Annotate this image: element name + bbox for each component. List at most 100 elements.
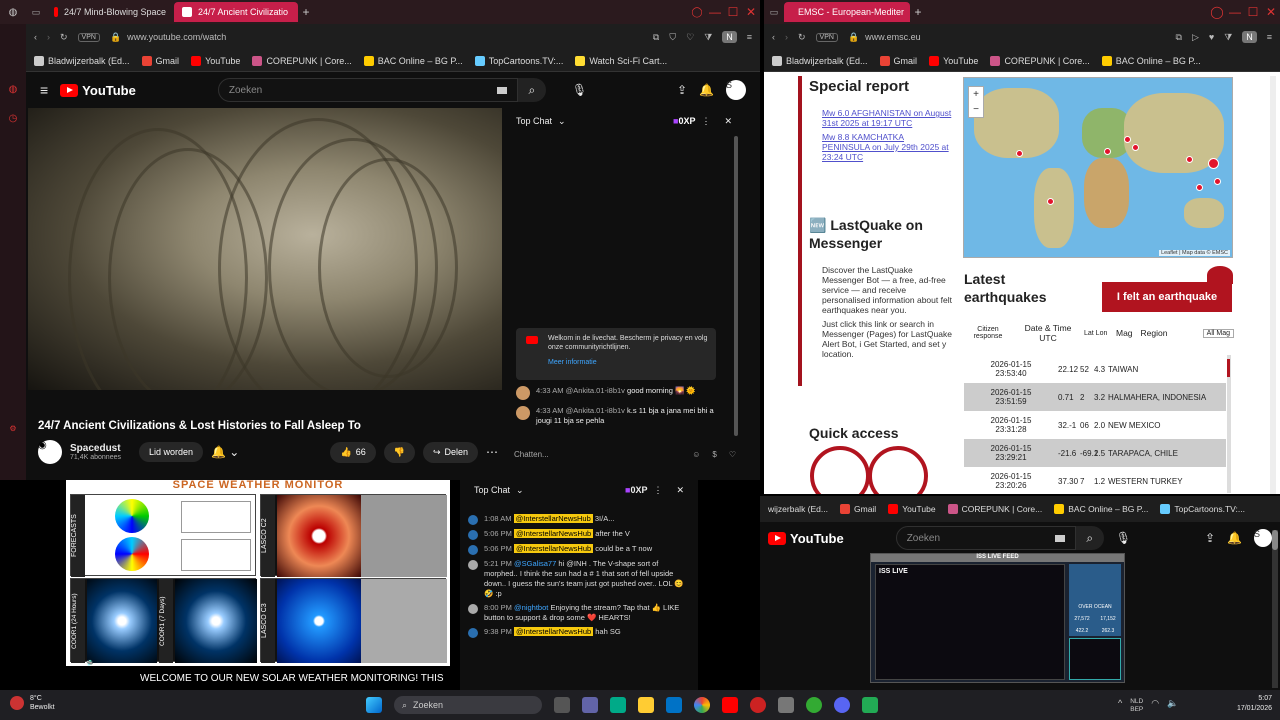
- bookmark-corepunk[interactable]: COREPUNK | Core...: [947, 504, 1042, 514]
- menu-icon[interactable]: ≡: [1267, 32, 1272, 42]
- channel-name[interactable]: Spacedust: [70, 443, 121, 454]
- close-window-icon[interactable]: ✕: [1262, 5, 1280, 19]
- game-icon[interactable]: [862, 697, 878, 713]
- search-button[interactable]: ⌕: [517, 78, 546, 102]
- bookmark-corepunk[interactable]: COREPUNK | Core...: [252, 55, 352, 66]
- message-user[interactable]: @InterstellarNewsHub: [514, 627, 594, 636]
- bookmark-gmail[interactable]: Gmail: [141, 55, 179, 66]
- tab-ancient[interactable]: 24/7 Ancient Civilizatio: [174, 2, 298, 22]
- minimize-icon[interactable]: —: [1226, 5, 1244, 19]
- earthquake-row[interactable]: 2026-01-15 23:20:26 37.30 7 1.2 WESTERN TURKE…: [964, 467, 1226, 493]
- snapshot-icon[interactable]: ⧉: [1176, 32, 1182, 43]
- close-chat-icon[interactable]: ✕: [724, 116, 732, 127]
- shield-icon[interactable]: ⛉: [669, 32, 676, 43]
- upload-icon[interactable]: ⇪: [677, 83, 687, 97]
- youtube-app-icon[interactable]: [722, 697, 738, 713]
- menu-icon[interactable]: ≡: [747, 32, 752, 42]
- account-avatar[interactable]: S: [1254, 529, 1272, 547]
- bookmark-gmail[interactable]: Gmail: [840, 504, 876, 514]
- notification-bell-icon[interactable]: 🔔 ⌄: [211, 445, 239, 459]
- taskbar-search[interactable]: ⌕ Zoeken: [394, 696, 542, 714]
- address-bar[interactable]: 🔒 www.youtube.com/watch: [110, 32, 643, 43]
- workspaces-icon[interactable]: ▭: [26, 7, 46, 18]
- bookmark-bac[interactable]: BAC Online – BG P...: [1054, 504, 1148, 514]
- profile-icon[interactable]: N: [1242, 31, 1257, 43]
- app-icon[interactable]: [806, 697, 822, 713]
- bookmark-youtube[interactable]: YouTube: [888, 504, 936, 514]
- teams-icon[interactable]: [582, 697, 598, 713]
- bell-icon[interactable]: 🔔: [699, 83, 714, 97]
- app-icon[interactable]: ◍: [0, 7, 26, 18]
- dislike-button[interactable]: 👎: [383, 441, 415, 463]
- channel-avatar[interactable]: ◉: [38, 440, 62, 464]
- bookmark-scifi[interactable]: Watch Sci-Fi Cart...: [575, 55, 667, 66]
- vpn-badge[interactable]: VPN: [815, 32, 838, 42]
- quick-access-icons[interactable]: [810, 444, 928, 494]
- edge-icon[interactable]: [610, 697, 626, 713]
- bookmark-gmail[interactable]: Gmail: [879, 55, 917, 66]
- close-chat-icon[interactable]: ✕: [676, 485, 684, 496]
- earthquake-row[interactable]: 2026-01-15 23:53:40 22.12 52 4.3 TAIWAN: [964, 355, 1226, 383]
- message-user[interactable]: @InterstellarNewsHub: [513, 514, 593, 523]
- bookmark-topcartoons[interactable]: TopCartoons.TV:...: [474, 55, 563, 66]
- super-chat-icon[interactable]: $: [712, 450, 716, 459]
- points-badge[interactable]: ■0XP: [625, 485, 647, 495]
- search-input[interactable]: Zoeken: [217, 78, 518, 102]
- volume-icon[interactable]: 🔈: [1167, 698, 1178, 714]
- maximize-icon[interactable]: ☐: [1244, 5, 1262, 19]
- bookmark-youtube[interactable]: YouTube: [191, 55, 240, 66]
- heart-icon[interactable]: ♡: [729, 450, 736, 459]
- points-badge[interactable]: ■0XP: [673, 116, 695, 126]
- search-tabs-icon[interactable]: ◯: [1208, 5, 1226, 19]
- search-tabs-icon[interactable]: ◯: [688, 7, 706, 18]
- sidebar-icon[interactable]: ◍: [0, 84, 26, 95]
- forward-icon[interactable]: ›: [47, 32, 50, 42]
- profile-icon[interactable]: N: [722, 31, 737, 43]
- bookmark-folder[interactable]: Bladwijzerbalk (Ed...: [34, 55, 130, 66]
- bookmark-bac[interactable]: BAC Online – BG P...: [1101, 55, 1201, 66]
- account-avatar[interactable]: S: [726, 80, 746, 100]
- more-icon[interactable]: ⋯: [486, 445, 498, 459]
- message-user[interactable]: @nightbot: [514, 603, 548, 612]
- new-tab-icon[interactable]: +: [298, 5, 314, 19]
- bookmark-bac[interactable]: BAC Online – BG P...: [363, 55, 463, 66]
- vpn-badge[interactable]: VPN: [77, 32, 100, 42]
- chrome-icon[interactable]: [694, 697, 710, 713]
- outlook-icon[interactable]: [666, 697, 682, 713]
- chat-mode-dropdown[interactable]: Top Chat: [516, 116, 552, 126]
- message-user[interactable]: @Ankita.01-i8b1v: [566, 406, 625, 415]
- upload-icon[interactable]: ⇪: [1205, 531, 1215, 545]
- youtube-logo[interactable]: YouTube: [768, 531, 844, 546]
- microphone-icon[interactable]: 🎙: [572, 83, 587, 97]
- search-input[interactable]: Zoeken: [895, 526, 1076, 550]
- sidebar-clock-icon[interactable]: ◷: [0, 113, 26, 124]
- mag-filter-select[interactable]: All Mag: [1202, 328, 1234, 338]
- extensions-icon[interactable]: ⧩: [1224, 32, 1232, 43]
- earthquake-row[interactable]: 2026-01-15 23:51:59 0.71 2 3.2 HALMAHERA, IND…: [964, 383, 1226, 411]
- task-view-icon[interactable]: [554, 697, 570, 713]
- join-button[interactable]: Lid worden: [139, 442, 204, 462]
- chat-input[interactable]: Chatten...: [514, 450, 680, 459]
- reload-icon[interactable]: ↻: [798, 32, 806, 43]
- back-icon[interactable]: ‹: [34, 32, 37, 42]
- weather-widget[interactable]: 8°C Bewolkt: [10, 694, 55, 712]
- earthquake-map[interactable]: + − Leaflet | Map data © EMSC: [963, 77, 1233, 258]
- emoji-icon[interactable]: ☺: [692, 450, 700, 459]
- new-tab-icon[interactable]: +: [910, 5, 926, 19]
- back-icon[interactable]: ‹: [772, 32, 775, 42]
- chat-more-icon[interactable]: ⋮: [701, 116, 710, 127]
- keyboard-icon[interactable]: [496, 86, 507, 94]
- bottom-right-scrollbar[interactable]: [1272, 530, 1278, 688]
- share-button[interactable]: ↪ Delen: [422, 441, 478, 463]
- table-scrollbar[interactable]: [1227, 355, 1231, 493]
- earthquake-row[interactable]: 2026-01-15 23:29:21 -21.6 -69.1 2.5 TARAPACA,…: [964, 439, 1226, 467]
- chat-more-icon[interactable]: ⋮: [653, 485, 662, 496]
- felt-earthquake-button[interactable]: I felt an earthquake: [1102, 282, 1232, 312]
- bookmark-topcartoons[interactable]: TopCartoons.TV:...: [1160, 504, 1245, 514]
- report-link[interactable]: Mw 6.0 AFGHANISTAN on August 31st 2025 a…: [822, 108, 952, 128]
- chat-scrollbar[interactable]: [734, 136, 738, 436]
- calculator-icon[interactable]: [778, 697, 794, 713]
- keyboard-icon[interactable]: [1054, 534, 1065, 542]
- search-button[interactable]: ⌕: [1075, 526, 1104, 550]
- clock[interactable]: 5:07 17/01/2026: [1218, 694, 1272, 714]
